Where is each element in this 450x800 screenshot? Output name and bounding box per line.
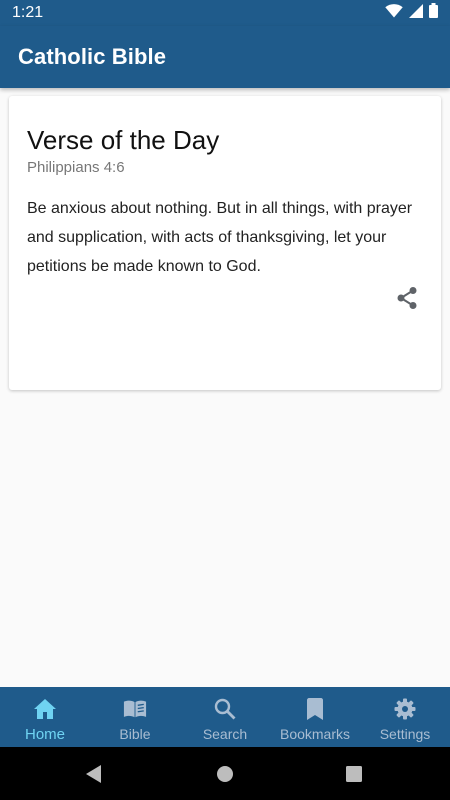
nav-label-bible: Bible: [119, 726, 151, 742]
app-bar: Catholic Bible: [0, 26, 450, 88]
wifi-icon: [385, 3, 403, 23]
nav-item-bookmarks[interactable]: Bookmarks: [270, 687, 360, 747]
nav-item-search[interactable]: Search: [180, 687, 270, 747]
search-icon: [213, 697, 237, 721]
nav-item-settings[interactable]: Settings: [360, 687, 450, 747]
recents-icon[interactable]: [346, 766, 362, 787]
home-circle-icon[interactable]: [217, 766, 233, 787]
verse-of-the-day-card: Verse of the Day Philippians 4:6 Be anxi…: [9, 96, 441, 390]
status-time: 1:21: [12, 4, 44, 21]
bottom-navigation: Home Bible Search Bookmarks Settings: [0, 687, 450, 747]
nav-label-bookmarks: Bookmarks: [279, 726, 351, 742]
back-icon[interactable]: [86, 765, 102, 788]
cellular-signal-icon: [409, 3, 423, 23]
system-navigation-bar: [0, 747, 450, 800]
verse-reference: Philippians 4:6: [27, 159, 125, 176]
home-icon: [33, 697, 57, 721]
nav-item-bible[interactable]: Bible: [90, 687, 180, 747]
gear-icon: [393, 697, 417, 721]
verse-text: Be anxious about nothing. But in all thi…: [27, 200, 413, 275]
book-icon: [123, 697, 147, 721]
status-icons: [385, 3, 438, 23]
share-button[interactable]: [395, 286, 419, 315]
nav-label-search: Search: [202, 726, 248, 742]
nav-item-home[interactable]: Home: [0, 687, 90, 747]
status-bar: 1:21: [0, 0, 450, 26]
card-title: Verse of the Day: [27, 125, 220, 155]
battery-icon: [429, 3, 438, 23]
app-title: Catholic Bible: [18, 44, 167, 69]
share-icon: [396, 286, 418, 315]
nav-label-settings: Settings: [379, 726, 431, 742]
nav-label-home: Home: [24, 726, 65, 743]
bookmark-icon: [303, 697, 327, 721]
